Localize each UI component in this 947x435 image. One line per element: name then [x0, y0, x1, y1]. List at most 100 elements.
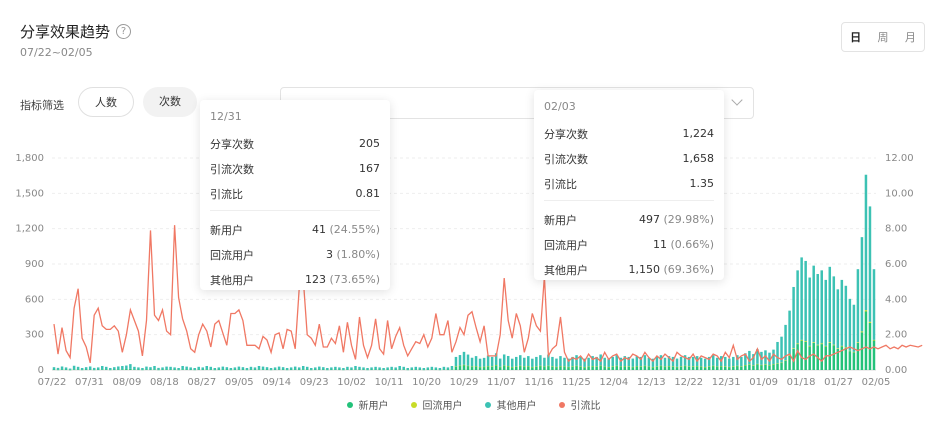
bar-segment: [181, 369, 184, 370]
bar-segment: [113, 367, 116, 370]
bar-segment: [764, 364, 767, 370]
bar-segment: [587, 366, 590, 368]
bar-segment: [515, 366, 518, 370]
bar-segment: [338, 367, 341, 370]
bar-segment: [474, 356, 478, 367]
bar-segment: [824, 345, 828, 347]
bar-segment: [679, 366, 683, 370]
tooltip-number: 3: [325, 248, 333, 261]
bar-segment: [450, 365, 454, 370]
bar-segment: [430, 366, 434, 370]
legend-dot: [410, 401, 417, 408]
y-right-tick-label: 2.00: [885, 330, 907, 341]
bar-segment: [462, 351, 466, 365]
bar-segment: [547, 365, 550, 367]
tooltip-date: 12/31: [210, 110, 242, 123]
bar-segment: [205, 369, 208, 370]
bar-segment: [129, 368, 132, 370]
bar-segment: [149, 369, 152, 371]
bar-segment: [314, 367, 317, 370]
y-left-tick-label: 300: [25, 330, 44, 341]
bar-segment: [502, 365, 506, 370]
bar-segment: [414, 369, 418, 370]
tooltip-row: 引流比 1.35: [544, 171, 714, 196]
bar-segment: [579, 366, 582, 370]
bar-segment: [229, 367, 233, 370]
tooltip-number: 1,150: [628, 263, 660, 276]
chart-legend: 新用户 回流用户 其他用户 引流比: [0, 397, 947, 412]
bar-segment: [169, 369, 172, 370]
bar-segment: [627, 366, 631, 367]
bar-segment: [92, 367, 96, 370]
bar-segment: [695, 366, 699, 370]
bar-segment: [607, 366, 610, 368]
bar-segment: [350, 369, 353, 371]
trend-chart[interactable]: 0 300 600 900 1,200 1,500 1,800 0.00 2.00 4.00 6.0…: [0, 0, 947, 435]
bar-segment: [796, 343, 799, 345]
bar-segment: [663, 366, 667, 370]
bar-segment: [273, 367, 277, 370]
bar-segment: [724, 366, 727, 370]
y-right-tick-label: 0.00: [885, 365, 907, 376]
legend-item-new[interactable]: 新用户: [346, 397, 389, 412]
bar-segment: [177, 367, 180, 370]
y-right-tick-label: 8.00: [885, 224, 907, 235]
bar-segment: [744, 365, 747, 370]
bar-segment: [334, 366, 337, 370]
legend-dot: [558, 401, 565, 408]
bar-segment: [64, 369, 68, 371]
bar-segment: [643, 365, 647, 367]
bar-segment: [193, 369, 196, 371]
bar-segment: [326, 367, 329, 370]
bar-segment: [245, 367, 249, 370]
bar-segment: [639, 366, 643, 370]
bar-segment: [342, 367, 345, 370]
bar-segment: [64, 367, 68, 370]
bar-segment: [221, 366, 225, 370]
bar-segment: [60, 369, 64, 370]
bar-segment: [382, 369, 385, 371]
bar-segment: [249, 369, 253, 370]
bar-segment: [812, 342, 815, 343]
tooltip-label: 引流次数: [210, 162, 254, 176]
bar-segment: [378, 369, 381, 371]
bar-segment: [824, 279, 828, 346]
bar-segment: [245, 369, 249, 371]
bar-segment: [683, 365, 687, 367]
bar-segment: [728, 366, 731, 368]
bar-segment: [675, 366, 679, 368]
bar-segment: [470, 366, 474, 368]
tooltip-label: 引流比: [544, 177, 577, 191]
bar-segment: [52, 367, 56, 370]
bar-segment: [506, 355, 510, 366]
bar-segment: [720, 366, 723, 370]
bar-segment: [265, 367, 269, 370]
legend-item-ratio[interactable]: 引流比: [558, 397, 601, 412]
bar-segment: [711, 365, 715, 367]
bar-segment: [555, 366, 558, 370]
bar-segment: [466, 365, 470, 367]
bar-segment: [169, 366, 172, 370]
bar-segment: [141, 369, 144, 371]
bar-segment: [679, 356, 683, 367]
bar-segment: [752, 365, 755, 366]
bar-segment: [217, 369, 221, 371]
bar-segment: [691, 366, 695, 370]
bar-segment: [153, 369, 156, 370]
bar-segment: [776, 341, 779, 364]
bar-segment: [808, 277, 811, 346]
tooltip-0203: 02/03 分享次数 1,224 引流次数 1,658 引流比 1.35 新用户 497…: [534, 90, 724, 280]
bar-segment: [776, 363, 779, 370]
bar-segment: [720, 366, 723, 367]
bar-segment: [390, 366, 393, 370]
legend-item-returning[interactable]: 回流用户: [410, 397, 463, 412]
legend-item-other[interactable]: 其他用户: [484, 397, 537, 412]
bar-segment: [330, 367, 333, 370]
bar-segment: [543, 366, 546, 368]
bar-segment: [579, 356, 582, 367]
bar-segment: [840, 345, 844, 347]
bar-segment: [671, 366, 675, 370]
bar-segment: [828, 342, 832, 370]
bar-segment: [820, 270, 823, 344]
bar-segment: [414, 366, 418, 370]
